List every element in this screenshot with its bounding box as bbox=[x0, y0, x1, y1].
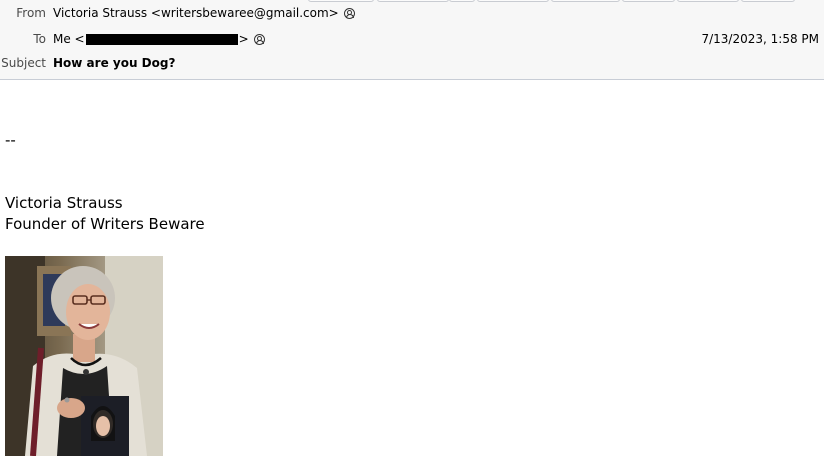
toolbar-button[interactable] bbox=[477, 0, 549, 2]
contact-icon[interactable] bbox=[253, 33, 265, 45]
signature-name: Victoria Strauss bbox=[5, 194, 123, 212]
photo-image bbox=[5, 256, 163, 456]
toolbar-button[interactable] bbox=[551, 0, 620, 2]
to-label: To bbox=[33, 32, 46, 46]
message-header: From Victoria Strauss <writersbewaree@gm… bbox=[0, 0, 824, 80]
from-field[interactable]: Victoria Strauss <writersbewaree@gmail.c… bbox=[53, 4, 355, 22]
toolbar-button[interactable] bbox=[308, 0, 374, 2]
message-date: 7/13/2023, 1:58 PM bbox=[701, 32, 819, 46]
redacted-recipient bbox=[85, 33, 238, 45]
from-label: From bbox=[16, 6, 46, 20]
signature-separator: -- bbox=[5, 131, 16, 149]
signature-title: Founder of Writers Beware bbox=[5, 215, 205, 233]
to-field[interactable]: Me < > bbox=[53, 30, 265, 48]
toolbar-button[interactable] bbox=[677, 0, 739, 2]
toolbar-button[interactable] bbox=[377, 0, 449, 2]
signature-photo bbox=[5, 256, 163, 456]
sender-address[interactable]: Victoria Strauss <writersbewaree@gmail.c… bbox=[53, 4, 339, 22]
contact-icon[interactable] bbox=[343, 7, 355, 19]
recipient-suffix[interactable]: > bbox=[239, 30, 249, 48]
toolbar-button[interactable] bbox=[622, 0, 675, 2]
toolbar-button[interactable] bbox=[449, 0, 475, 2]
subject-text: How are you Dog? bbox=[53, 56, 176, 70]
toolbar-button[interactable] bbox=[741, 0, 795, 2]
recipient-prefix[interactable]: Me < bbox=[53, 30, 85, 48]
subject-label: Subject bbox=[1, 56, 46, 70]
toolbar-button-strip bbox=[0, 0, 824, 2]
